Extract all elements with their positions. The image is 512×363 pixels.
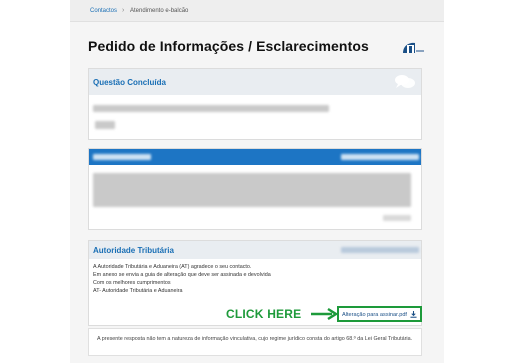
redacted-text-line (93, 105, 329, 112)
breadcrumb-current: Atendimento e-balcão (130, 8, 189, 14)
pdf-attachment-label[interactable]: Alteração para assinar.pdf (342, 312, 407, 318)
reply-title: Autoridade Tributária (93, 246, 174, 255)
reply-message-body: A Autoridade Tributária e Aduaneira (AT)… (93, 263, 271, 295)
redacted-date (341, 154, 419, 160)
status-title: Questão Concluída (93, 78, 166, 87)
reply-card-header: Autoridade Tributária (89, 241, 421, 259)
reply-line: AT- Autoridade Tributária e Aduaneira (93, 288, 183, 294)
redacted-date (341, 247, 419, 253)
reply-line: Em anexo se envia a guia de alteração qu… (93, 272, 271, 278)
breadcrumb-link-contactos[interactable]: Contactos (90, 8, 117, 14)
status-card: Questão Concluída (88, 68, 422, 140)
message-card-redacted (88, 148, 422, 230)
redacted-sender (93, 154, 151, 160)
pdf-attachment-link[interactable]: Alteração para assinar.pdf (337, 306, 422, 322)
redacted-message-body (93, 173, 411, 207)
breadcrumb-separator: › (122, 7, 125, 14)
click-here-annotation: CLICK HERE (226, 307, 302, 321)
redacted-attachment (383, 215, 411, 221)
logo-icon (403, 42, 424, 53)
legal-note: A presente resposta não tem a natureza d… (88, 328, 422, 356)
reply-line: Com os melhores cumprimentos (93, 280, 171, 286)
message-card-header (89, 149, 421, 165)
reply-line: A Autoridade Tributária e Aduaneira (AT)… (93, 264, 252, 270)
page-title: Pedido de Informações / Esclarecimentos (88, 38, 369, 54)
arrow-right-icon (311, 307, 339, 321)
status-card-header: Questão Concluída (89, 69, 421, 95)
redacted-text-line (95, 121, 115, 129)
chat-bubbles-icon (395, 75, 415, 88)
breadcrumb: Contactos › Atendimento e-balcão (70, 0, 444, 22)
download-icon[interactable] (410, 311, 417, 318)
legal-note-text: A presente resposta não tem a natureza d… (97, 336, 413, 342)
